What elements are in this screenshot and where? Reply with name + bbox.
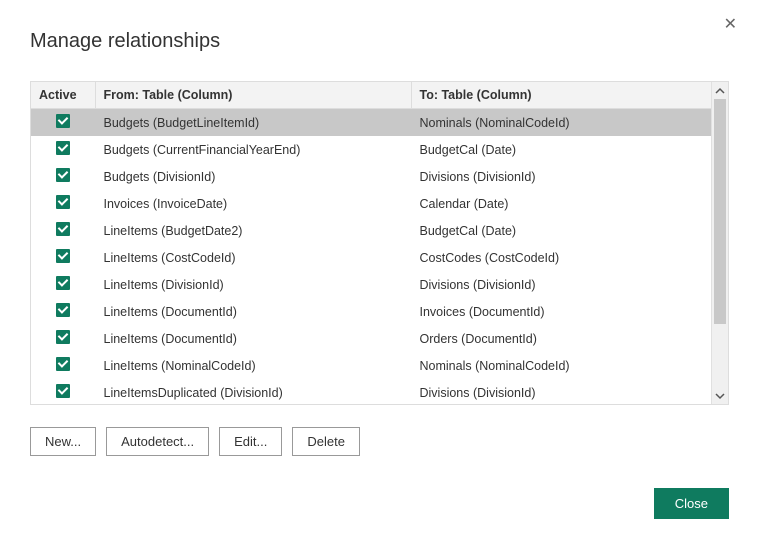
column-header-from[interactable]: From: Table (Column) (95, 82, 411, 109)
from-cell: LineItems (BudgetDate2) (95, 217, 411, 244)
to-cell: Divisions (DivisionId) (411, 379, 711, 404)
dialog-footer: Close (654, 488, 729, 519)
scrollbar-thumb[interactable] (714, 99, 726, 324)
active-cell (31, 217, 95, 244)
to-cell: Divisions (DivisionId) (411, 271, 711, 298)
active-checkbox[interactable] (56, 330, 70, 344)
active-checkbox[interactable] (56, 222, 70, 236)
to-cell: Nominals (NominalCodeId) (411, 352, 711, 379)
active-checkbox[interactable] (56, 168, 70, 182)
to-cell: CostCodes (CostCodeId) (411, 244, 711, 271)
to-cell: Calendar (Date) (411, 190, 711, 217)
to-cell: Divisions (DivisionId) (411, 163, 711, 190)
table-row[interactable]: Budgets (DivisionId)Divisions (DivisionI… (31, 163, 711, 190)
from-cell: LineItemsDuplicated (DivisionId) (95, 379, 411, 404)
table-row[interactable]: Budgets (BudgetLineItemId)Nominals (Nomi… (31, 109, 711, 137)
autodetect-button[interactable]: Autodetect... (106, 427, 209, 456)
active-cell (31, 163, 95, 190)
table-row[interactable]: LineItems (DocumentId)Invoices (Document… (31, 298, 711, 325)
to-cell: Nominals (NominalCodeId) (411, 109, 711, 137)
column-header-active[interactable]: Active (31, 82, 95, 109)
dialog-title: Manage relationships (30, 30, 729, 53)
active-cell (31, 379, 95, 404)
from-cell: LineItems (DocumentId) (95, 298, 411, 325)
close-icon[interactable]: ✕ (724, 14, 737, 34)
active-cell (31, 325, 95, 352)
scrollbar-track[interactable] (712, 99, 728, 387)
active-cell (31, 298, 95, 325)
active-checkbox[interactable] (56, 141, 70, 155)
from-cell: Budgets (DivisionId) (95, 163, 411, 190)
to-cell: Invoices (DocumentId) (411, 298, 711, 325)
to-cell: BudgetCal (Date) (411, 217, 711, 244)
active-cell (31, 244, 95, 271)
table-row[interactable]: Budgets (CurrentFinancialYearEnd)BudgetC… (31, 136, 711, 163)
active-cell (31, 352, 95, 379)
manage-relationships-dialog: Manage relationships Active From: Table … (0, 0, 759, 476)
table-row[interactable]: LineItems (DocumentId)Orders (DocumentId… (31, 325, 711, 352)
action-button-row: New... Autodetect... Edit... Delete (30, 427, 729, 456)
from-cell: Invoices (InvoiceDate) (95, 190, 411, 217)
from-cell: LineItems (CostCodeId) (95, 244, 411, 271)
table-row[interactable]: LineItems (DivisionId)Divisions (Divisio… (31, 271, 711, 298)
scroll-down-icon[interactable] (712, 387, 728, 404)
relationships-table: Active From: Table (Column) To: Table (C… (31, 82, 711, 404)
scroll-up-icon[interactable] (712, 82, 728, 99)
relationships-table-container: Active From: Table (Column) To: Table (C… (30, 81, 729, 405)
column-header-to[interactable]: To: Table (Column) (411, 82, 711, 109)
close-button[interactable]: Close (654, 488, 729, 519)
from-cell: LineItems (DivisionId) (95, 271, 411, 298)
active-checkbox[interactable] (56, 276, 70, 290)
active-checkbox[interactable] (56, 384, 70, 398)
active-cell (31, 136, 95, 163)
from-cell: LineItems (NominalCodeId) (95, 352, 411, 379)
active-checkbox[interactable] (56, 114, 70, 128)
table-row[interactable]: LineItems (NominalCodeId)Nominals (Nomin… (31, 352, 711, 379)
table-row[interactable]: LineItems (CostCodeId)CostCodes (CostCod… (31, 244, 711, 271)
vertical-scrollbar[interactable] (711, 82, 728, 404)
edit-button[interactable]: Edit... (219, 427, 282, 456)
from-cell: Budgets (CurrentFinancialYearEnd) (95, 136, 411, 163)
active-cell (31, 190, 95, 217)
table-row[interactable]: LineItemsDuplicated (DivisionId)Division… (31, 379, 711, 404)
active-checkbox[interactable] (56, 357, 70, 371)
active-checkbox[interactable] (56, 303, 70, 317)
table-row[interactable]: LineItems (BudgetDate2)BudgetCal (Date) (31, 217, 711, 244)
active-checkbox[interactable] (56, 195, 70, 209)
to-cell: BudgetCal (Date) (411, 136, 711, 163)
to-cell: Orders (DocumentId) (411, 325, 711, 352)
from-cell: LineItems (DocumentId) (95, 325, 411, 352)
new-button[interactable]: New... (30, 427, 96, 456)
from-cell: Budgets (BudgetLineItemId) (95, 109, 411, 137)
table-row[interactable]: Invoices (InvoiceDate)Calendar (Date) (31, 190, 711, 217)
active-cell (31, 109, 95, 137)
delete-button[interactable]: Delete (292, 427, 360, 456)
active-checkbox[interactable] (56, 249, 70, 263)
active-cell (31, 271, 95, 298)
